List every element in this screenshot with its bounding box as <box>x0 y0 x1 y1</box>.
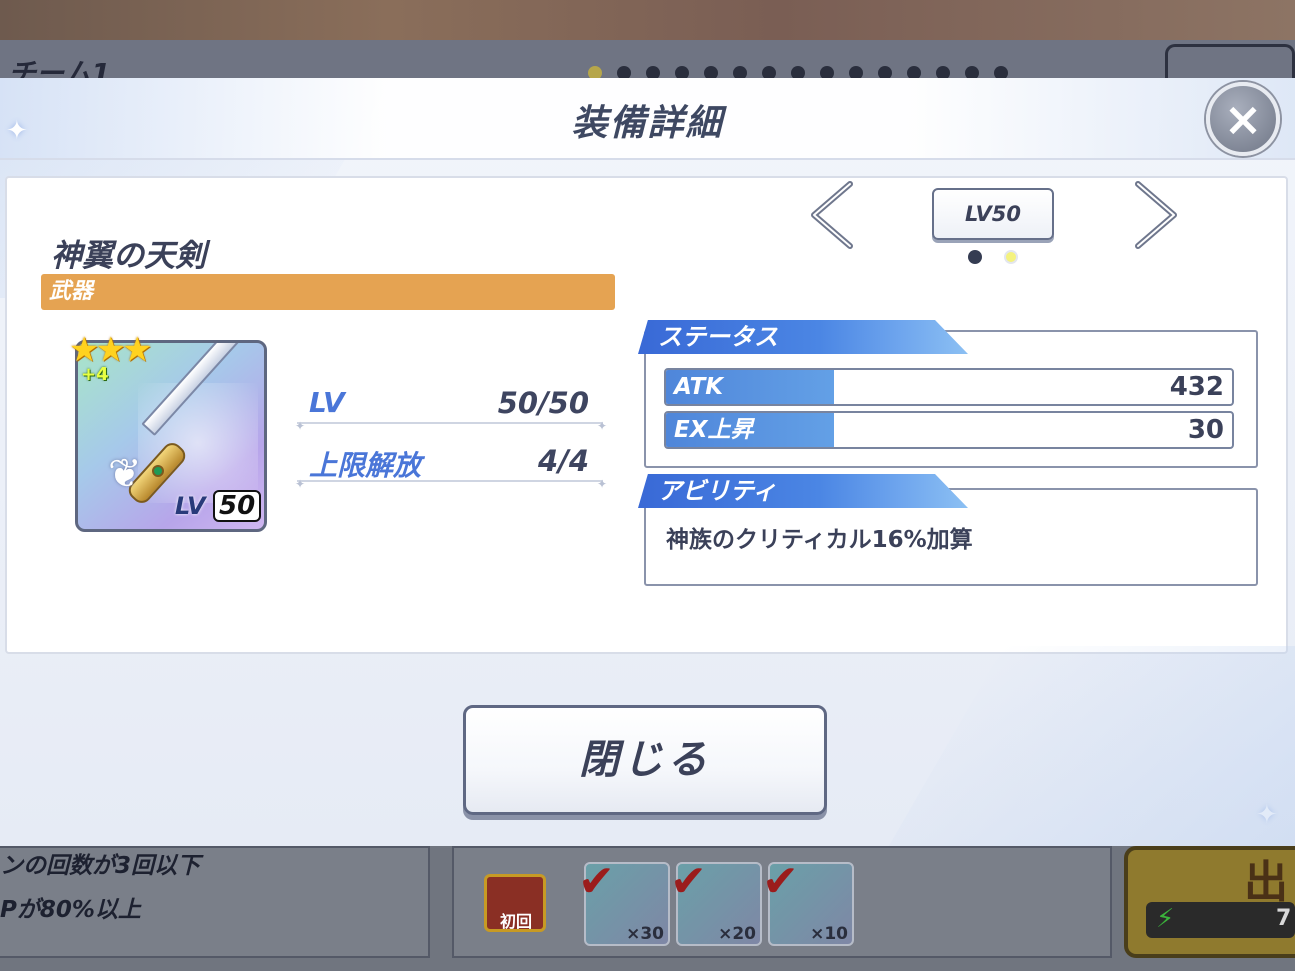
lightning-icon: ⚡ <box>1156 904 1175 934</box>
level-value: 50/50 <box>497 386 589 420</box>
card-level-value: 50 <box>213 490 262 522</box>
reward-count: ×10 <box>810 924 848 944</box>
level-badge: LV50 <box>932 188 1054 240</box>
reward-item: ✔ ×20 <box>670 856 762 946</box>
wing-icon: ❦ <box>108 451 142 497</box>
card-level-label: LV <box>175 492 206 520</box>
reward-item: ✔ ×30 <box>578 856 670 946</box>
stat-value: 30 <box>1187 415 1224 445</box>
stat-name: EX上昇 <box>666 413 834 447</box>
reward-count: ×20 <box>718 924 756 944</box>
sparkle-icon: ✦ <box>1256 800 1278 830</box>
limit-break-row: 上限解放 4/4 <box>295 442 607 491</box>
close-icon[interactable]: × <box>1206 82 1280 156</box>
stat-name: ATK <box>666 370 834 404</box>
energy-value: 7 <box>1276 906 1292 931</box>
status-row-ex: EX上昇 30 <box>664 411 1234 449</box>
equipment-category: 武器 <box>41 274 615 310</box>
condition-text: Pが80%以上 <box>0 897 141 923</box>
checkmark-icon: ✔ <box>670 856 707 907</box>
page-dot[interactable] <box>1004 250 1018 264</box>
first-clear-label: 初回 <box>500 912 533 931</box>
limit-break-label: 上限解放 <box>309 449 422 482</box>
plus-badge: +4 <box>81 364 109 385</box>
checkmark-icon: ✔ <box>578 856 615 907</box>
stat-value: 432 <box>1169 372 1224 402</box>
background-scene <box>0 0 1295 40</box>
close-button[interactable]: 閉じる <box>463 705 827 815</box>
level-row: LV 50/50 <box>295 384 607 433</box>
ability-description: 神族のクリティカル16%加算 <box>666 527 973 553</box>
modal-title: 装備詳細 <box>571 103 724 144</box>
checkmark-icon: ✔ <box>762 856 799 907</box>
next-level-chevron-icon[interactable] <box>1132 180 1182 250</box>
start-button-label: 出 <box>1244 857 1288 908</box>
level-page-dots <box>968 250 1018 264</box>
status-row-atk: ATK 432 <box>664 368 1234 406</box>
condition-text: ンの回数が3回以下 <box>0 853 201 879</box>
reward-count: ×30 <box>626 924 664 944</box>
reward-item: ✔ ×10 <box>762 856 854 946</box>
equipment-name: 神翼の天剣 <box>51 238 206 274</box>
previous-level-chevron-icon[interactable] <box>806 180 856 250</box>
equipment-detail-modal: ✦ ✦ 装備詳細 × 神翼の天剣 武器 ❦ ★★★ +4 LV 50 LV 50… <box>0 78 1295 846</box>
page-dot-active <box>968 250 982 264</box>
status-heading: ステータス <box>638 320 968 354</box>
limit-break-value: 4/4 <box>538 444 589 478</box>
level-label: LV <box>309 386 345 419</box>
ability-heading: アビリティ <box>638 474 968 508</box>
